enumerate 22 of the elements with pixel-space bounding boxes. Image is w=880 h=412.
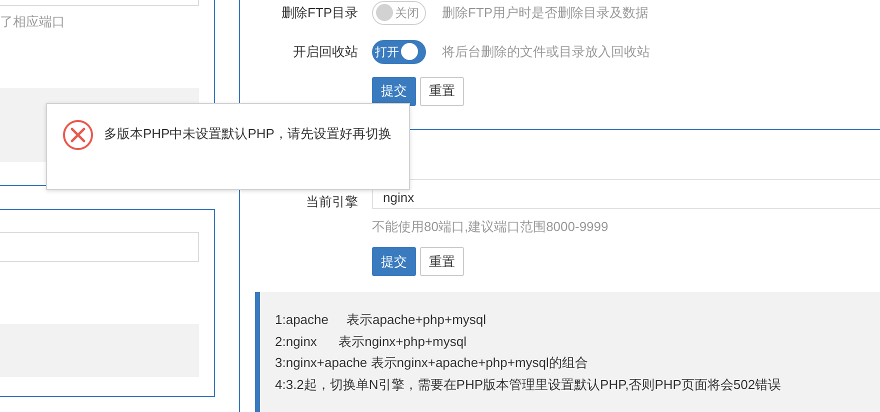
note-line: 2:nginx 表示nginx+php+mysql bbox=[275, 332, 468, 351]
note-line: 1:apache 表示apache+php+mysql bbox=[275, 311, 488, 329]
toggle-switch[interactable]: 关闭 bbox=[372, 0, 426, 25]
submit-button[interactable]: 提交 bbox=[372, 76, 416, 106]
setting-description: 将后台删除的文件或目录放入回收站 bbox=[442, 42, 650, 61]
submit-button[interactable]: 提交 bbox=[372, 247, 416, 276]
port-hint: 不能使用80端口,建议端口范围8000-9999 bbox=[372, 218, 610, 236]
hint-text: 了相应端口 bbox=[0, 13, 66, 31]
input-field[interactable] bbox=[0, 232, 199, 262]
note-line: 4:3.2起，切换单N引擎，需要在PHP版本管理里设置默认PHP,否则PHP页面将会502错误 bbox=[275, 376, 782, 394]
input-field[interactable] bbox=[0, 0, 199, 6]
reset-button[interactable]: 重置 bbox=[420, 247, 464, 276]
setting-label: 开启回收站 bbox=[292, 42, 358, 61]
error-icon bbox=[62, 119, 94, 151]
toggle-switch[interactable]: 打开 bbox=[372, 40, 426, 64]
note-line: 3:nginx+apache 表示nginx+apache+php+mysql的组合 bbox=[275, 354, 589, 372]
setting-label: 删除FTP目录 bbox=[280, 4, 358, 22]
engine-label: 当前引擎 bbox=[305, 194, 358, 208]
reset-button[interactable]: 重置 bbox=[420, 76, 464, 106]
error-message: 多版本PHP中未设置默认PHP，请先设置好再切换 bbox=[104, 125, 392, 143]
engine-input[interactable]: nginx bbox=[372, 178, 880, 208]
setting-description: 删除FTP用户时是否删除目录及数据 bbox=[442, 4, 649, 22]
